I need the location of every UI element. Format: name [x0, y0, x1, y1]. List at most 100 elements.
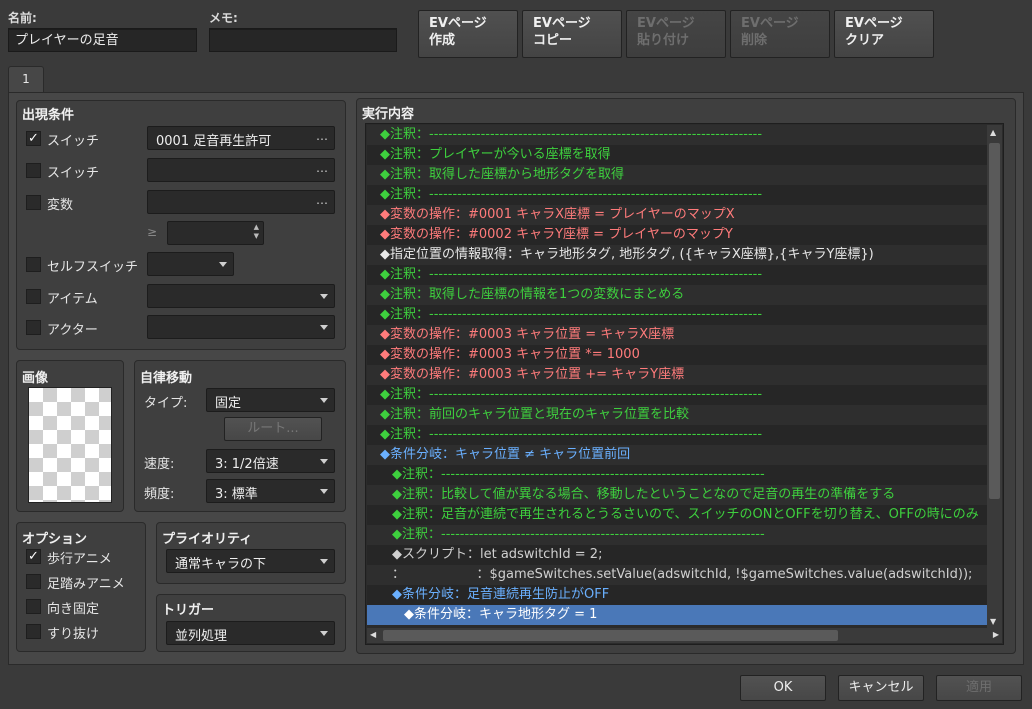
chevron-down-icon	[320, 398, 328, 403]
move-type-select[interactable]: 固定	[206, 388, 335, 412]
name-input[interactable]: プレイヤーの足音	[8, 28, 197, 52]
variable-label: 変数	[47, 198, 74, 213]
event-command-line[interactable]: ◆変数の操作：#0003 キャラ位置 = キャラX座標	[367, 325, 987, 345]
event-command-line[interactable]: ◆変数の操作：#0002 キャラY座標 = プレイヤーのマップY	[367, 225, 987, 245]
ev-page-delete-button[interactable]: EVページ 削除	[730, 10, 830, 58]
horizontal-scrollbar[interactable]: ◀ ▶	[367, 628, 1002, 643]
scroll-down-arrow-icon[interactable]: ▼	[990, 617, 996, 626]
switch1-value: 0001 足音再生許可	[156, 134, 272, 149]
walking-anime-label: 歩行アニメ	[47, 552, 112, 567]
ev-page-copy-button[interactable]: EVページ コピー	[522, 10, 622, 58]
actor-select[interactable]	[147, 315, 335, 339]
event-command-line[interactable]: ◆条件分岐：キャラ地形タグ = 1	[367, 605, 987, 625]
event-command-line[interactable]: ◆変数の操作：#0003 キャラ位置 += キャラY座標	[367, 365, 987, 385]
event-command-line[interactable]: ◆条件分岐：キャラ位置 ≠ キャラ位置前回	[367, 445, 987, 465]
chevron-down-icon	[320, 631, 328, 636]
scroll-up-arrow-icon[interactable]: ▲	[990, 128, 996, 137]
trigger-select[interactable]: 並列処理	[166, 621, 335, 645]
event-command-line[interactable]: ◆注釈：比較して値が異なる場合、移動したということなので足音の再生の準備をする	[367, 485, 987, 505]
move-speed-select[interactable]: 3: 1/2倍速	[206, 449, 335, 473]
ev-page-create-line2: 作成	[429, 33, 456, 48]
move-freq-select[interactable]: 3: 標準	[206, 479, 335, 503]
ok-button[interactable]: OK	[740, 675, 826, 701]
switch1-checkbox[interactable]: ✓	[26, 131, 41, 146]
event-command-line[interactable]: ◆変数の操作：#0003 キャラ位置 *= 1000	[367, 345, 987, 365]
variable-selector[interactable]: …	[147, 190, 335, 214]
vertical-scroll-thumb[interactable]	[989, 143, 1000, 499]
conditions-title: 出現条件	[22, 108, 75, 123]
ev-page-paste-line1: EVページ	[637, 16, 695, 31]
switch2-selector[interactable]: …	[147, 158, 335, 182]
event-command-line[interactable]: ◆指定位置の情報取得：キャラ地形タグ, 地形タグ, ({キャラX座標},{キャラ…	[367, 245, 987, 265]
ellipsis-icon: …	[316, 161, 328, 175]
actor-checkbox[interactable]	[26, 320, 41, 335]
ellipsis-icon: …	[316, 193, 328, 207]
ev-page-clear-line1: EVページ	[845, 16, 903, 31]
switch1-selector[interactable]: 0001 足音再生許可 …	[147, 126, 335, 150]
self-switch-select[interactable]	[147, 252, 234, 276]
scroll-right-arrow-icon[interactable]: ▶	[993, 630, 999, 639]
trigger-title: トリガー	[162, 603, 215, 618]
event-command-line[interactable]: ◆注釈：------------------------------------…	[367, 185, 987, 205]
tab-page-1[interactable]: 1	[8, 66, 44, 94]
apply-button[interactable]: 適用	[936, 675, 1022, 701]
direction-fix-label: 向き固定	[47, 602, 100, 617]
event-command-line[interactable]: ◆注釈：取得した座標から地形タグを取得	[367, 165, 987, 185]
event-command-line[interactable]: ◆注釈：プレイヤーが今いる座標を取得	[367, 145, 987, 165]
chevron-down-icon	[320, 489, 328, 494]
walking-anime-checkbox[interactable]: ✓	[26, 549, 41, 564]
check-icon: ✓	[28, 549, 39, 564]
event-command-line[interactable]: ： ：$gameSwitches.setValue(adswitchId, !$…	[367, 565, 987, 585]
priority-value: 通常キャラの下	[175, 557, 267, 572]
memo-input[interactable]	[209, 28, 397, 52]
memo-label: メモ:	[209, 11, 238, 25]
priority-select[interactable]: 通常キャラの下	[166, 549, 335, 573]
self-switch-checkbox[interactable]	[26, 257, 41, 272]
trigger-value: 並列処理	[175, 629, 228, 644]
event-command-line[interactable]: ◆注釈：------------------------------------…	[367, 265, 987, 285]
event-command-line[interactable]: ◆注釈：前回のキャラ位置と現在のキャラ位置を比較	[367, 405, 987, 425]
item-checkbox[interactable]	[26, 289, 41, 304]
switch2-label: スイッチ	[47, 166, 100, 181]
event-command-line[interactable]: ◆注釈：------------------------------------…	[367, 525, 987, 545]
ev-page-clear-button[interactable]: EVページ クリア	[834, 10, 934, 58]
stepping-anime-checkbox[interactable]	[26, 574, 41, 589]
chevron-down-icon	[320, 294, 328, 299]
character-image-preview[interactable]	[28, 387, 112, 503]
event-command-line[interactable]: ◆注釈：取得した座標の情報を1つの変数にまとめる	[367, 285, 987, 305]
event-command-line[interactable]: ◆注釈：------------------------------------…	[367, 385, 987, 405]
ev-page-create-button[interactable]: EVページ 作成	[418, 10, 518, 58]
event-command-line[interactable]: ◆条件分岐：足音連続再生防止がOFF	[367, 585, 987, 605]
event-command-line[interactable]: ◆注釈：------------------------------------…	[367, 465, 987, 485]
event-command-line[interactable]: ◆注釈：------------------------------------…	[367, 425, 987, 445]
chevron-down-icon	[320, 459, 328, 464]
ev-page-clear-line2: クリア	[845, 33, 885, 48]
variable-number-input[interactable]: ▲ ▼	[167, 221, 264, 245]
event-command-list[interactable]: ◆注釈：------------------------------------…	[367, 125, 987, 628]
direction-fix-checkbox[interactable]	[26, 599, 41, 614]
vertical-scrollbar[interactable]: ▲ ▼	[987, 125, 1002, 628]
variable-checkbox[interactable]	[26, 195, 41, 210]
move-type-label: タイプ:	[144, 396, 188, 411]
move-freq-value: 3: 標準	[215, 487, 258, 502]
event-command-line[interactable]: ◆注釈：------------------------------------…	[367, 305, 987, 325]
options-title: オプション	[22, 532, 88, 547]
ev-page-paste-button[interactable]: EVページ 貼り付け	[626, 10, 726, 58]
item-label: アイテム	[47, 292, 98, 307]
self-switch-label: セルフスイッチ	[47, 260, 139, 275]
switch2-checkbox[interactable]	[26, 163, 41, 178]
event-command-line[interactable]: ◆注釈：------------------------------------…	[367, 125, 987, 145]
route-button[interactable]: ルート...	[224, 417, 322, 441]
cancel-button[interactable]: キャンセル	[838, 675, 924, 701]
stepping-anime-label: 足踏みアニメ	[47, 577, 125, 592]
move-speed-label: 速度:	[144, 457, 175, 472]
horizontal-scroll-thumb[interactable]	[383, 630, 838, 641]
scroll-left-arrow-icon[interactable]: ◀	[370, 630, 376, 639]
event-command-line[interactable]: ◆スクリプト：let adswitchId = 2;	[367, 545, 987, 565]
actor-label: アクター	[47, 323, 98, 338]
event-command-line[interactable]: ◆注釈：足音が連続で再生されるとうるさいので、スイッチのONとOFFを切り替え、…	[367, 505, 987, 525]
through-checkbox[interactable]	[26, 624, 41, 639]
item-select[interactable]	[147, 284, 335, 308]
event-command-line[interactable]: ◆変数の操作：#0001 キャラX座標 = プレイヤーのマップX	[367, 205, 987, 225]
chevron-down-icon	[320, 559, 328, 564]
